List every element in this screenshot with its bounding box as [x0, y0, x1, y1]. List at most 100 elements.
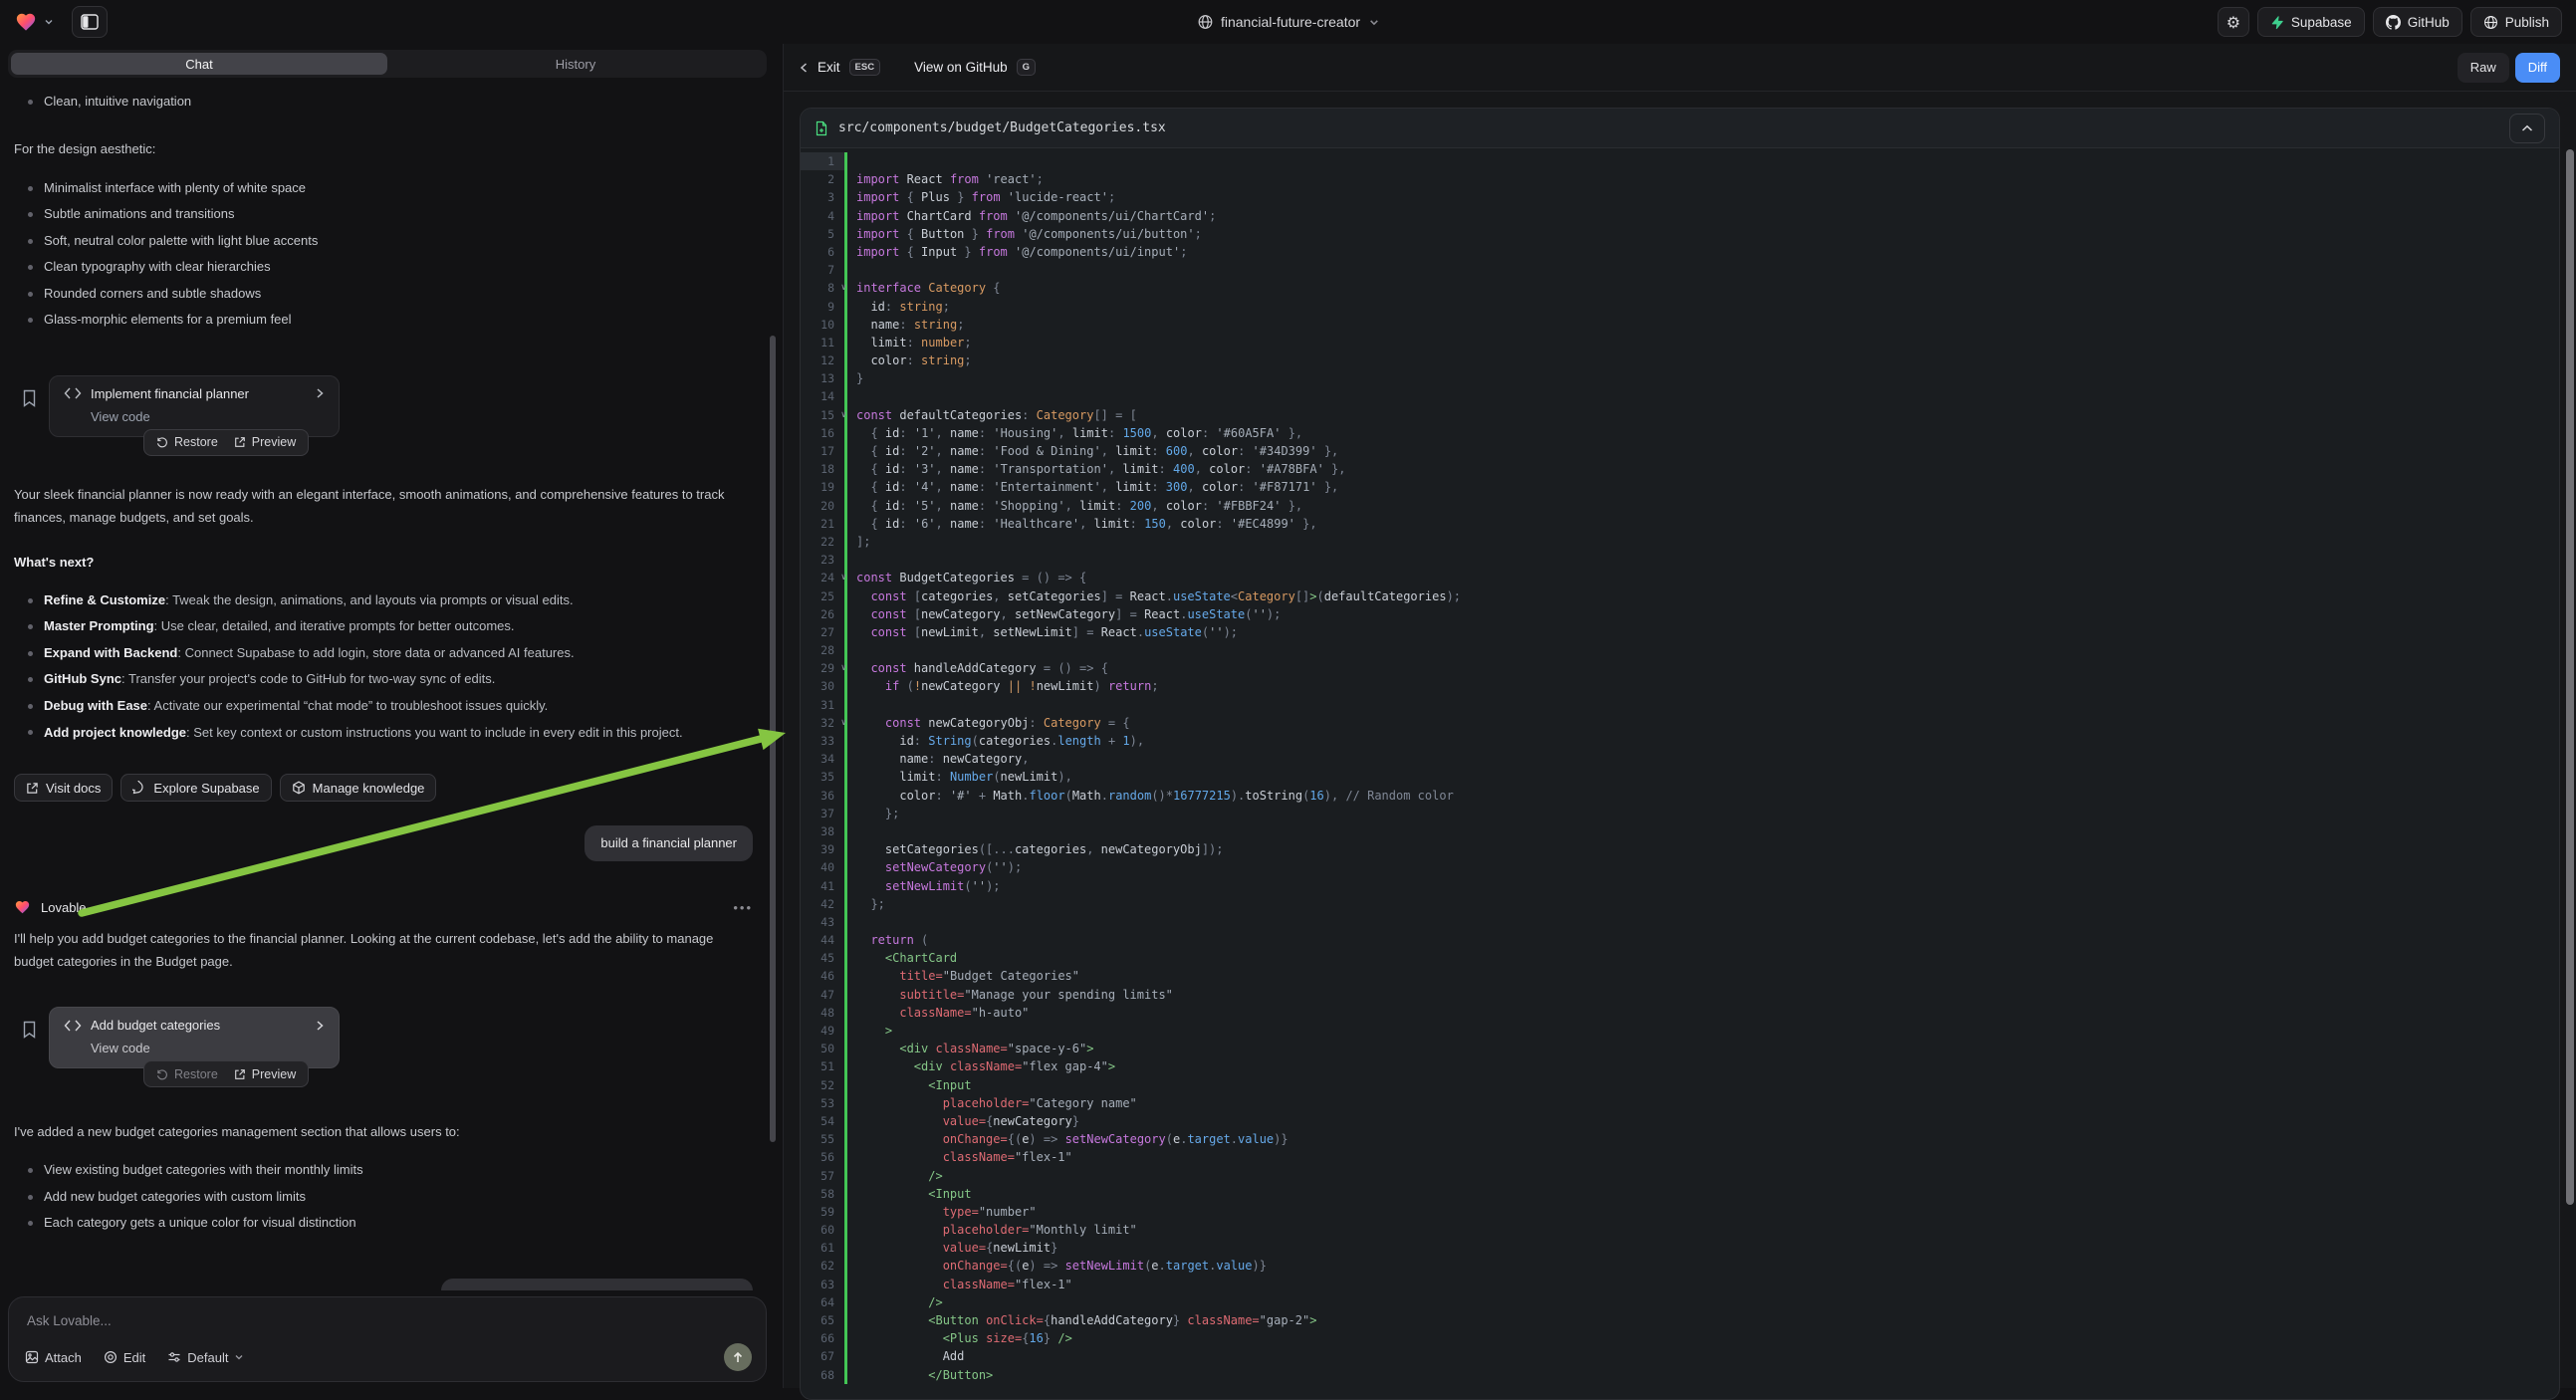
- code-line: 20 { id: '5', name: 'Shopping', limit: 2…: [801, 497, 2559, 515]
- version-title: Implement financial planner: [91, 386, 306, 401]
- line-number: 35: [801, 768, 844, 786]
- explore-supabase-button[interactable]: Explore Supabase: [120, 774, 271, 802]
- restore-icon: [156, 1068, 168, 1080]
- publish-globe-icon: [2483, 15, 2498, 30]
- view-code-link[interactable]: View code: [91, 409, 325, 424]
- lovable-heart-logo[interactable]: [14, 11, 38, 33]
- code-line: 21 { id: '6', name: 'Healthcare', limit:…: [801, 515, 2559, 533]
- collapse-file-button[interactable]: [2509, 114, 2545, 143]
- manage-knowledge-button[interactable]: Manage knowledge: [280, 774, 437, 802]
- github-button[interactable]: GitHub: [2373, 7, 2462, 37]
- sliders-icon: [167, 1350, 181, 1364]
- line-number: 6: [801, 243, 844, 261]
- code-text: type="number": [847, 1203, 1037, 1221]
- diff-toggle-button[interactable]: Diff: [2515, 53, 2560, 83]
- bookmark-icon[interactable]: [22, 1021, 37, 1039]
- line-number: 45: [801, 949, 844, 967]
- line-number: 2: [801, 170, 844, 188]
- code-text: </Button>: [847, 1366, 993, 1384]
- chevron-left-icon: [800, 62, 809, 74]
- fold-chevron-icon[interactable]: ∨: [841, 569, 846, 586]
- view-on-github-button[interactable]: View on GitHub G: [914, 59, 1036, 76]
- code-line: 55 onChange={(e) => setNewCategory(e.tar…: [801, 1130, 2559, 1148]
- code-scrollbar-thumb[interactable]: [2566, 149, 2574, 1205]
- next-steps-list: Refine & Customize: Tweak the design, an…: [14, 587, 753, 745]
- code-text: <Input: [847, 1185, 972, 1203]
- version-card-add-budget-categories[interactable]: Add budget categories View code: [49, 1007, 340, 1068]
- code-line: 18 { id: '3', name: 'Transportation', li…: [801, 460, 2559, 478]
- preview-button[interactable]: Preview: [234, 435, 296, 449]
- line-number: 46: [801, 967, 844, 985]
- code-icon: [64, 387, 82, 399]
- preview-button[interactable]: Preview: [234, 1067, 296, 1081]
- code-line: 40 setNewCategory('');: [801, 858, 2559, 876]
- raw-toggle-button[interactable]: Raw: [2458, 53, 2509, 83]
- list-item: Rounded corners and subtle shadows: [14, 281, 753, 308]
- code-text: [847, 551, 856, 569]
- edit-button[interactable]: Edit: [104, 1350, 145, 1365]
- supabase-button[interactable]: Supabase: [2257, 7, 2365, 37]
- code-text: className="h-auto": [847, 1004, 1029, 1022]
- tab-history[interactable]: History: [387, 53, 764, 75]
- code-text: id: string;: [847, 298, 950, 316]
- version-card-implement-financial-planner[interactable]: Implement financial planner View code: [49, 375, 340, 437]
- project-selector[interactable]: financial-future-creator: [1197, 0, 1379, 44]
- code-icon: [64, 1020, 82, 1032]
- file-path: src/components/budget/BudgetCategories.t…: [838, 120, 2499, 135]
- chevron-up-icon: [2521, 124, 2533, 132]
- code-text: };: [847, 895, 885, 913]
- code-lines[interactable]: 12import React from 'react';3import { Pl…: [801, 148, 2559, 1399]
- logo-chevron-down-icon[interactable]: [44, 17, 54, 27]
- view-code-link[interactable]: View code: [91, 1041, 325, 1055]
- code-line: 61 value={newLimit}: [801, 1239, 2559, 1257]
- fold-chevron-icon[interactable]: ∨: [841, 659, 846, 677]
- line-number: 31: [801, 696, 844, 714]
- line-number: 54: [801, 1112, 844, 1130]
- code-text: limit: Number(newLimit),: [847, 768, 1072, 786]
- code-line: 5import { Button } from '@/components/ui…: [801, 225, 2559, 243]
- line-number: 50: [801, 1040, 844, 1057]
- line-number: 11: [801, 334, 844, 351]
- chat-messages[interactable]: Clean, intuitive navigation For the desi…: [0, 79, 767, 1290]
- mode-selector[interactable]: Default: [167, 1350, 244, 1365]
- fold-chevron-icon[interactable]: ∨: [841, 406, 846, 424]
- attach-button[interactable]: Attach: [25, 1350, 82, 1365]
- tab-chat[interactable]: Chat: [11, 53, 387, 75]
- code-line: 14: [801, 387, 2559, 405]
- code-line: 15∨const defaultCategories: Category[] =…: [801, 406, 2559, 424]
- visit-docs-button[interactable]: Visit docs: [14, 774, 113, 802]
- line-number: 48: [801, 1004, 844, 1022]
- file-header[interactable]: src/components/budget/BudgetCategories.t…: [801, 109, 2559, 148]
- code-text: <div className="flex gap-4">: [847, 1057, 1115, 1075]
- publish-button[interactable]: Publish: [2470, 7, 2562, 37]
- line-number: 10: [801, 316, 844, 334]
- prompt-placeholder[interactable]: Ask Lovable...: [27, 1313, 750, 1328]
- line-number: 21: [801, 515, 844, 533]
- bookmark-icon[interactable]: [22, 389, 37, 407]
- exit-button[interactable]: Exit ESC: [800, 59, 880, 76]
- code-text: import ChartCard from '@/components/ui/C…: [847, 207, 1216, 225]
- line-number: 33: [801, 732, 844, 750]
- fold-chevron-icon[interactable]: ∨: [841, 279, 846, 297]
- code-line: 37 };: [801, 805, 2559, 822]
- code-line: 54 value={newCategory}: [801, 1112, 2559, 1130]
- settings-button[interactable]: ⚙: [2218, 7, 2249, 37]
- chat-scrollbar-thumb[interactable]: [770, 336, 776, 1142]
- line-number: 52: [801, 1076, 844, 1094]
- restore-button[interactable]: Restore: [156, 435, 218, 449]
- supabase-label: Supabase: [2291, 15, 2352, 30]
- fold-chevron-icon[interactable]: ∨: [841, 714, 846, 732]
- project-chevron-down-icon: [1368, 17, 1379, 28]
- line-number: 53: [801, 1094, 844, 1112]
- code-line: 52 <Input: [801, 1076, 2559, 1094]
- message-menu-button[interactable]: •••: [733, 900, 753, 915]
- added-bullet-list: View existing budget categories with the…: [14, 1157, 753, 1237]
- sidebar-toggle-button[interactable]: [72, 6, 108, 38]
- send-button[interactable]: [724, 1343, 752, 1371]
- restore-button[interactable]: Restore: [156, 1067, 218, 1081]
- code-line: 53 placeholder="Category name": [801, 1094, 2559, 1112]
- prompt-input-box[interactable]: Ask Lovable... Attach Edit Default: [8, 1296, 767, 1382]
- line-number: 56: [801, 1148, 844, 1166]
- code-line: 10 name: string;: [801, 316, 2559, 334]
- code-line: 11 limit: number;: [801, 334, 2559, 351]
